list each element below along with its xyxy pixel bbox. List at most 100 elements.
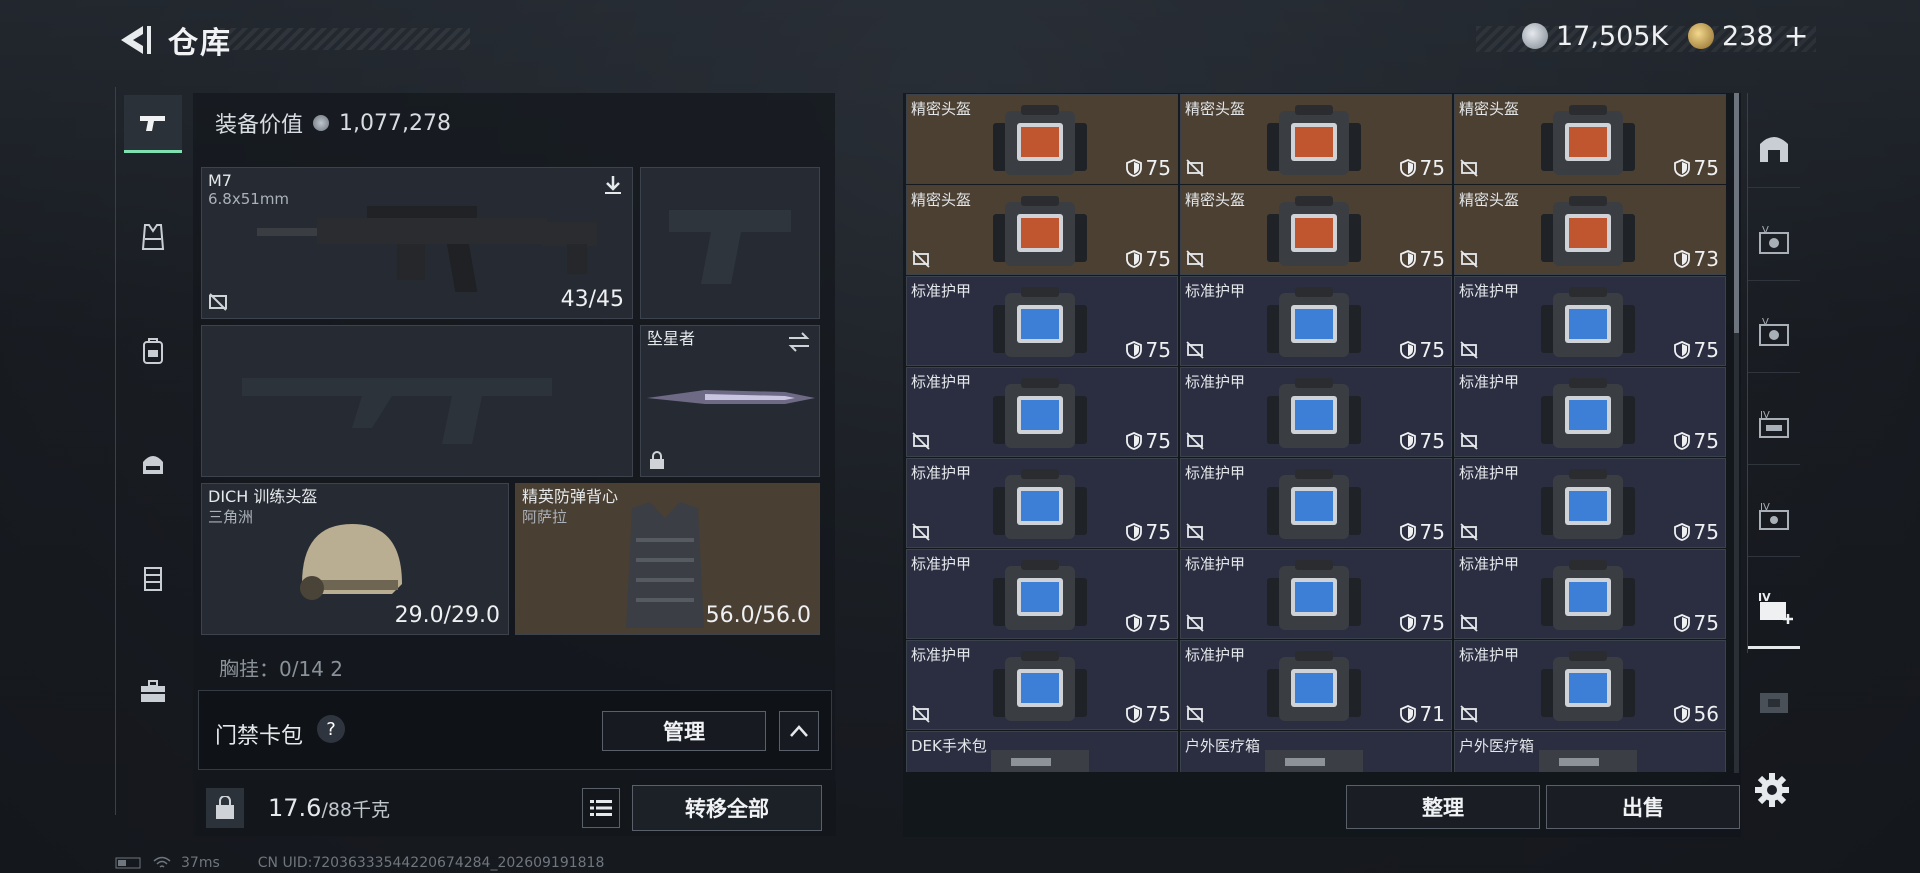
storage-item-armor[interactable]: 标准护甲 75 xyxy=(906,458,1178,548)
equipment-value: 装备价值 1,077,278 xyxy=(215,107,451,139)
storage-item-helmet[interactable]: 精密头盔 75 xyxy=(906,185,1178,275)
helmet-name: DICH 训练头盔 xyxy=(208,487,318,506)
tab-weapons[interactable] xyxy=(124,95,182,153)
no-insure-icon xyxy=(1460,614,1478,632)
item-durability-value: 75 xyxy=(1145,247,1171,271)
tab-case-locked[interactable] xyxy=(1748,661,1800,741)
weight-icon xyxy=(216,796,234,819)
item-durability: 71 xyxy=(1399,702,1445,726)
tab-tools[interactable] xyxy=(124,662,182,720)
tab-case-v2[interactable]: V xyxy=(1748,293,1800,373)
item-durability-value: 75 xyxy=(1145,156,1171,180)
item-name: DEK手术包 xyxy=(911,737,987,755)
item-name: 标准护甲 xyxy=(1459,373,1520,391)
storage-item-armor[interactable]: 标准护甲 75 xyxy=(906,640,1178,730)
tab-chest-rig[interactable] xyxy=(124,435,182,493)
svg-text:V: V xyxy=(1762,317,1769,328)
storage-scrollbar[interactable] xyxy=(1734,93,1739,773)
help-button[interactable]: ? xyxy=(317,715,345,743)
shield-icon xyxy=(1673,614,1690,632)
collapse-button[interactable] xyxy=(779,711,819,751)
shield-icon xyxy=(1399,341,1416,359)
storage-tabs: V V IV IV IV xyxy=(1747,93,1800,713)
item-durability: 75 xyxy=(1673,611,1719,635)
item-durability: 73 xyxy=(1673,247,1719,271)
melee-slot[interactable]: 坠星者 xyxy=(640,325,820,477)
case-locked-icon xyxy=(1760,693,1788,713)
helmet-case-image xyxy=(993,105,1087,175)
shield-icon xyxy=(1399,250,1416,268)
swap-icon[interactable] xyxy=(787,332,811,352)
sell-button[interactable]: 出售 xyxy=(1546,785,1740,829)
manage-button[interactable]: 管理 xyxy=(602,711,766,751)
storage-item-helmet[interactable]: 精密头盔 75 xyxy=(1454,94,1726,184)
storage-item-armor[interactable]: 标准护甲 75 xyxy=(1454,276,1726,366)
sort-button[interactable]: 整理 xyxy=(1346,785,1540,829)
item-durability: 75 xyxy=(1125,247,1171,271)
storage-item-armor[interactable]: 标准护甲 75 xyxy=(1454,367,1726,457)
item-name: 标准护甲 xyxy=(1185,282,1246,300)
add-currency-button[interactable]: + xyxy=(1784,19,1809,54)
storage-item-armor[interactable]: 标准护甲 75 xyxy=(906,367,1178,457)
scrollbar-thumb[interactable] xyxy=(1734,93,1739,333)
item-durability-value: 75 xyxy=(1419,156,1445,180)
no-insure-icon xyxy=(912,250,930,268)
storage-item-armor[interactable]: 标准护甲 75 xyxy=(1180,549,1452,639)
back-arrow-icon[interactable] xyxy=(113,20,153,60)
tab-armor[interactable] xyxy=(124,208,182,266)
storage-item-helmet[interactable]: 精密头盔 75 xyxy=(1180,185,1452,275)
tab-case-v1[interactable]: V xyxy=(1748,201,1800,281)
storage-item-armor[interactable]: 标准护甲 56 xyxy=(1454,640,1726,730)
item-durability: 75 xyxy=(1399,156,1445,180)
storage-item-armor[interactable]: 标准护甲 75 xyxy=(1180,367,1452,457)
shield-icon xyxy=(1673,341,1690,359)
item-durability-value: 75 xyxy=(1693,429,1719,453)
storage-item-helmet[interactable]: 精密头盔 75 xyxy=(1180,94,1452,184)
storage-item-helmet[interactable]: 精密头盔 75 xyxy=(906,94,1178,184)
backpack-icon xyxy=(143,338,163,364)
storage-item-armor[interactable]: 标准护甲 75 xyxy=(1180,458,1452,548)
pistol-silhouette-icon xyxy=(669,210,791,284)
storage-item-armor[interactable]: 标准护甲 75 xyxy=(906,276,1178,366)
container-icon xyxy=(144,567,162,591)
secondary-weapon-slot-empty[interactable] xyxy=(201,325,633,477)
item-name: 精密头盔 xyxy=(1459,100,1520,118)
storage-item-medkit[interactable]: 户外医疗箱 xyxy=(1454,731,1726,772)
primary-weapon-slot[interactable]: M7 6.8x51mm 43/45 xyxy=(201,167,633,319)
item-name: 标准护甲 xyxy=(911,282,972,300)
melee-name: 坠星者 xyxy=(647,329,696,348)
tab-case-iv1[interactable]: IV xyxy=(1748,385,1800,465)
storage-item-armor[interactable]: 标准护甲 71 xyxy=(1180,640,1452,730)
transfer-all-button[interactable]: 转移全部 xyxy=(632,785,822,831)
top-bar: 仓库 17,505K 238 + xyxy=(0,0,1920,80)
storage-item-helmet[interactable]: 精密头盔 73 xyxy=(1454,185,1726,275)
item-durability-value: 75 xyxy=(1145,520,1171,544)
storage-item-armor[interactable]: 标准护甲 75 xyxy=(906,549,1178,639)
weight-readout: 17.6/88千克 xyxy=(268,794,390,822)
item-durability: 75 xyxy=(1399,429,1445,453)
storage-item-medkit[interactable]: 户外医疗箱 xyxy=(1180,731,1452,772)
storage-item-medkit[interactable]: DEK手术包 xyxy=(906,731,1178,772)
no-insure-icon xyxy=(1186,341,1204,359)
storage-item-armor[interactable]: 标准护甲 75 xyxy=(1454,549,1726,639)
storage-item-armor[interactable]: 标准护甲 75 xyxy=(1180,276,1452,366)
silver-amount: 17,505K xyxy=(1556,20,1669,52)
armor-slot[interactable]: 精英防弹背心 阿萨拉 56.0/56.0 xyxy=(515,483,820,635)
tab-case-iv-add[interactable]: IV xyxy=(1748,569,1800,649)
tab-container[interactable] xyxy=(124,549,182,607)
tab-case-iv2[interactable]: IV xyxy=(1748,477,1800,557)
tab-shop[interactable] xyxy=(1748,108,1800,188)
pistol-slot-empty[interactable] xyxy=(640,167,820,319)
download-icon[interactable] xyxy=(602,174,624,196)
list-view-button[interactable] xyxy=(582,788,620,828)
item-durability-value: 75 xyxy=(1419,520,1445,544)
helmet-slot[interactable]: DICH 训练头盔 三角洲 29.0/29.0 xyxy=(201,483,509,635)
storage-item-armor[interactable]: 标准护甲 75 xyxy=(1454,458,1726,548)
chest-rig-icon xyxy=(143,456,163,474)
weight-icon-box xyxy=(206,788,244,828)
silver-currency: 17,505K xyxy=(1522,18,1668,54)
shield-icon xyxy=(1125,523,1142,541)
item-name: 精密头盔 xyxy=(911,191,972,209)
settings-gear-icon[interactable] xyxy=(1752,770,1792,810)
tab-backpack[interactable] xyxy=(124,322,182,380)
